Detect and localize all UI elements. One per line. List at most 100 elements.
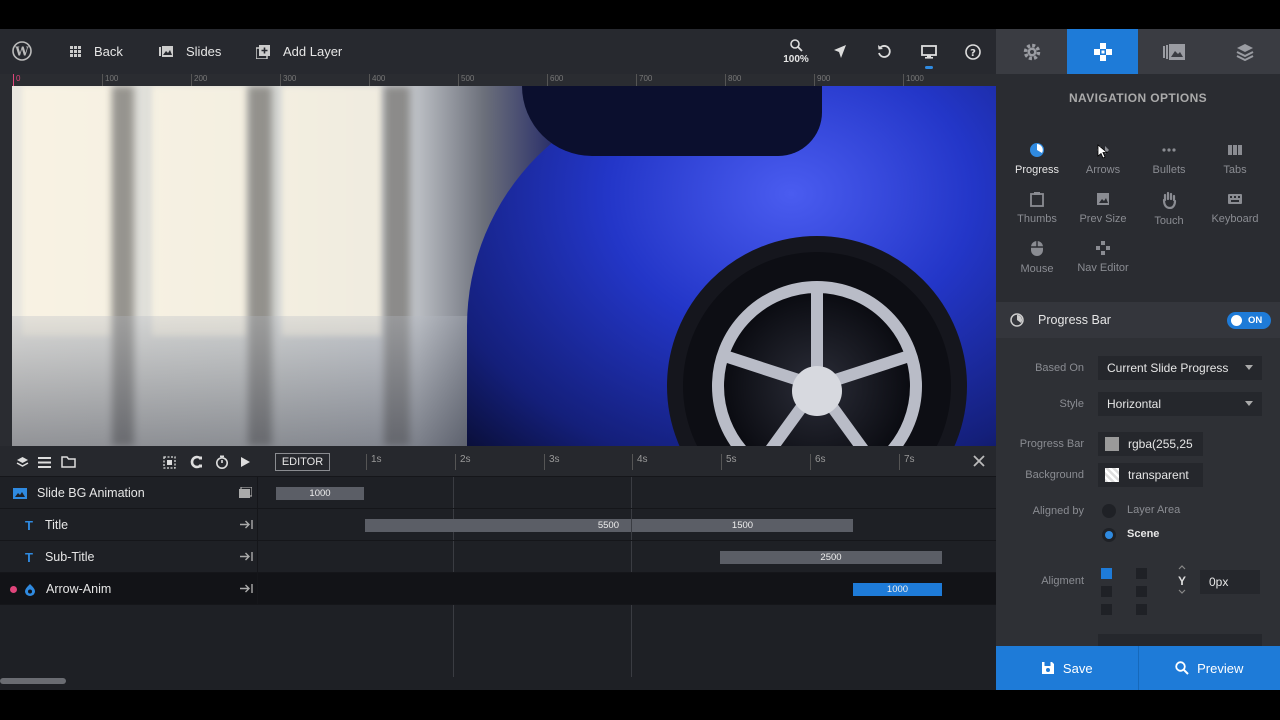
zoom-button[interactable]: 100% bbox=[778, 29, 814, 74]
chevron-down-icon[interactable] bbox=[1178, 589, 1186, 594]
radio-layer-area[interactable] bbox=[1102, 504, 1116, 518]
nav-option-thumbs[interactable]: Thumbs bbox=[1004, 191, 1070, 233]
next-field-partial[interactable] bbox=[1098, 634, 1262, 646]
image-gallery-icon[interactable] bbox=[239, 487, 252, 498]
align-bottom-right[interactable] bbox=[1136, 604, 1147, 615]
timeline-second: 7s bbox=[899, 454, 915, 470]
align-middle-left[interactable] bbox=[1101, 586, 1112, 597]
y-offset-label: Y bbox=[1178, 574, 1187, 588]
toggle-label: ON bbox=[1248, 315, 1263, 326]
layer-name: Slide BG Animation bbox=[37, 486, 145, 500]
exit-arrow-icon[interactable] bbox=[239, 519, 253, 530]
progress-bar-color-input[interactable]: rgba(255,25 bbox=[1098, 432, 1203, 456]
progress-bar-toggle[interactable]: ON bbox=[1227, 312, 1271, 329]
timeline-row[interactable]: Slide BG Animation 1000 bbox=[0, 477, 996, 509]
tab-slide-options[interactable] bbox=[996, 29, 1067, 74]
navigation-options-panel: NAVIGATION OPTIONS Progress Arrows Bulle… bbox=[996, 74, 1280, 646]
progress-bar-section-header: Progress Bar ON bbox=[996, 302, 1280, 338]
magnet-button[interactable] bbox=[188, 454, 204, 470]
list-view-button[interactable] bbox=[36, 454, 52, 470]
nav-option-prev-size[interactable]: Prev Size bbox=[1070, 191, 1136, 233]
timeline-scrollbar[interactable] bbox=[0, 678, 66, 684]
nav-option-touch[interactable]: Touch bbox=[1136, 191, 1202, 233]
nav-option-keyboard[interactable]: Keyboard bbox=[1202, 191, 1268, 233]
undo-button[interactable] bbox=[870, 29, 898, 74]
align-top-right[interactable] bbox=[1136, 568, 1147, 579]
exit-arrow-icon[interactable] bbox=[239, 583, 253, 594]
slide-canvas[interactable] bbox=[12, 86, 996, 446]
animation-bar[interactable]: 5500 bbox=[365, 519, 631, 532]
magnet-icon bbox=[190, 455, 202, 469]
tab-media[interactable] bbox=[1138, 29, 1209, 74]
folder-button[interactable] bbox=[60, 454, 76, 470]
slides-button[interactable]: Slides bbox=[159, 44, 221, 59]
save-icon bbox=[1041, 662, 1054, 674]
desktop-view-button[interactable] bbox=[914, 29, 944, 74]
nav-option-mouse[interactable]: Mouse bbox=[1004, 240, 1070, 282]
close-timeline-button[interactable] bbox=[972, 454, 986, 473]
desktop-icon bbox=[921, 44, 937, 59]
select-tool-button[interactable] bbox=[826, 29, 854, 74]
nav-option-label: Keyboard bbox=[1211, 213, 1259, 225]
add-layer-button[interactable]: Add Layer bbox=[256, 44, 342, 59]
align-top-left[interactable] bbox=[1101, 568, 1112, 579]
timeline-row-selected[interactable]: Arrow-Anim 1000 bbox=[0, 573, 996, 605]
back-button[interactable]: Back bbox=[70, 44, 123, 59]
nav-option-progress[interactable]: Progress bbox=[1004, 142, 1070, 184]
progress-bar-color-label: Progress Bar bbox=[1019, 438, 1084, 450]
animation-bar[interactable]: 1000 bbox=[276, 487, 364, 500]
animation-bar[interactable]: 1500 bbox=[632, 519, 853, 532]
layer-name: Arrow-Anim bbox=[46, 582, 112, 596]
help-button[interactable]: ? bbox=[959, 29, 987, 74]
animation-layer-icon bbox=[25, 583, 35, 596]
radio-label-layer-area: Layer Area bbox=[1127, 504, 1181, 516]
ruler-tick: 1000 bbox=[903, 74, 924, 86]
ruler-tick: 600 bbox=[547, 74, 563, 86]
preview-size-icon bbox=[1097, 193, 1109, 205]
transparent-swatch bbox=[1105, 468, 1119, 482]
progress-bar-settings: Based On Current Slide Progress Style Ho… bbox=[996, 338, 1280, 646]
snap-grid-button[interactable] bbox=[161, 454, 177, 470]
based-on-select[interactable]: Current Slide Progress bbox=[1098, 356, 1262, 380]
layers-toggle-button[interactable] bbox=[14, 454, 30, 470]
align-middle-right[interactable] bbox=[1136, 586, 1147, 597]
timeline-second: 3s bbox=[544, 454, 560, 470]
slides-label: Slides bbox=[186, 44, 222, 59]
animation-bar-selected[interactable]: 1000 bbox=[853, 583, 942, 596]
editor-mode-button[interactable]: EDITOR bbox=[275, 453, 330, 471]
animation-bar[interactable]: 2500 bbox=[720, 551, 942, 564]
save-button[interactable]: Save bbox=[996, 646, 1138, 690]
list-icon bbox=[37, 456, 51, 468]
timeline-row[interactable]: T Sub-Title 2500 bbox=[0, 541, 996, 573]
exit-arrow-icon[interactable] bbox=[239, 551, 253, 562]
timeline-second: 5s bbox=[721, 454, 737, 470]
ruler-tick: 0 bbox=[13, 74, 20, 86]
chevron-up-icon[interactable] bbox=[1178, 565, 1186, 570]
tab-layers[interactable] bbox=[1209, 29, 1280, 74]
timer-button[interactable] bbox=[214, 454, 230, 470]
play-button[interactable] bbox=[237, 454, 253, 470]
nav-option-bullets[interactable]: Bullets bbox=[1136, 142, 1202, 184]
wordpress-logo-button[interactable]: W bbox=[12, 41, 45, 61]
nav-option-nav-editor[interactable]: Nav Editor bbox=[1070, 240, 1136, 282]
align-bottom-left[interactable] bbox=[1101, 604, 1112, 615]
nav-option-label: Bullets bbox=[1152, 164, 1186, 176]
layer-label-cell: Slide BG Animation bbox=[0, 477, 258, 509]
text-layer-icon: T bbox=[25, 517, 33, 533]
timeline-second: 2s bbox=[455, 454, 471, 470]
ruler-tick: 800 bbox=[725, 74, 741, 86]
tab-navigation[interactable] bbox=[1067, 29, 1138, 74]
preview-button[interactable]: Preview bbox=[1139, 646, 1280, 690]
add-layer-icon bbox=[256, 44, 270, 59]
progress-bar-color-value: rgba(255,25 bbox=[1128, 437, 1193, 451]
style-select[interactable]: Horizontal bbox=[1098, 392, 1262, 416]
background-color-input[interactable]: transparent bbox=[1098, 463, 1203, 487]
wordpress-icon: W bbox=[12, 41, 32, 61]
nav-option-tabs[interactable]: Tabs bbox=[1202, 142, 1268, 184]
cursor-icon bbox=[834, 45, 846, 58]
timeline-second: 1s bbox=[366, 454, 382, 470]
y-offset-input[interactable]: 0px bbox=[1200, 570, 1260, 594]
timeline-row[interactable]: T Title 5500 1500 bbox=[0, 509, 996, 541]
background-value: transparent bbox=[1128, 468, 1189, 482]
radio-scene[interactable] bbox=[1102, 528, 1116, 542]
